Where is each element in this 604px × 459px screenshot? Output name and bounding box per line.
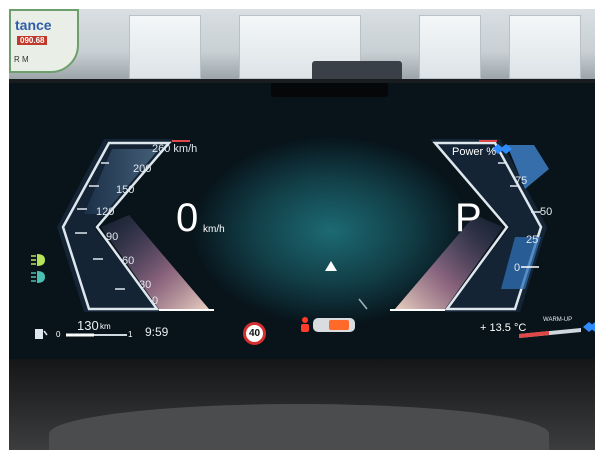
navigation-arrow-icon (325, 261, 337, 271)
bmw-efficient-icon-bottom (583, 322, 595, 332)
range-value: 130 (77, 318, 99, 333)
power-tick-50: 50 (540, 206, 553, 218)
clock: 9:59 (145, 325, 169, 339)
speed-tick-30: 30 (139, 279, 152, 291)
speed-tick-60: 60 (122, 255, 135, 267)
fuel-scale-min: 0 (56, 330, 61, 339)
speed-unit: km/h (203, 224, 225, 235)
speed-tick-90: 90 (106, 231, 119, 243)
fuel-scale-max: 1 (128, 330, 133, 339)
auto-high-beam-icon (31, 271, 45, 283)
speed-limit-sign: 40 (243, 322, 266, 345)
fuel-pump-icon (35, 329, 48, 339)
power-tick-0: 0 (514, 262, 521, 274)
speed-tick-150: 150 (116, 184, 135, 196)
gear-indicator: P (455, 196, 482, 240)
outside-temperature: + 13.5 °C (480, 322, 527, 334)
speed-value: 0 (176, 196, 199, 240)
speed-scale-max-label: 260 km/h (152, 143, 198, 155)
driver-assist-car-icon (301, 317, 355, 332)
power-tick-75: 75 (515, 175, 528, 187)
power-label: Power % (452, 146, 497, 158)
warmup-label: WARM-UP (543, 317, 573, 323)
speed-tick-0: 0 (152, 295, 159, 307)
headlight-icon (31, 254, 45, 266)
range-unit: km (100, 322, 111, 331)
photo-frame: tance 090.68 R M 260 km/h 200 150 120 90… (9, 9, 595, 450)
speed-tick-200: 200 (133, 163, 152, 175)
speed-tick-120: 120 (96, 206, 115, 218)
power-tick-25: 25 (526, 234, 539, 246)
road-line (358, 298, 368, 310)
